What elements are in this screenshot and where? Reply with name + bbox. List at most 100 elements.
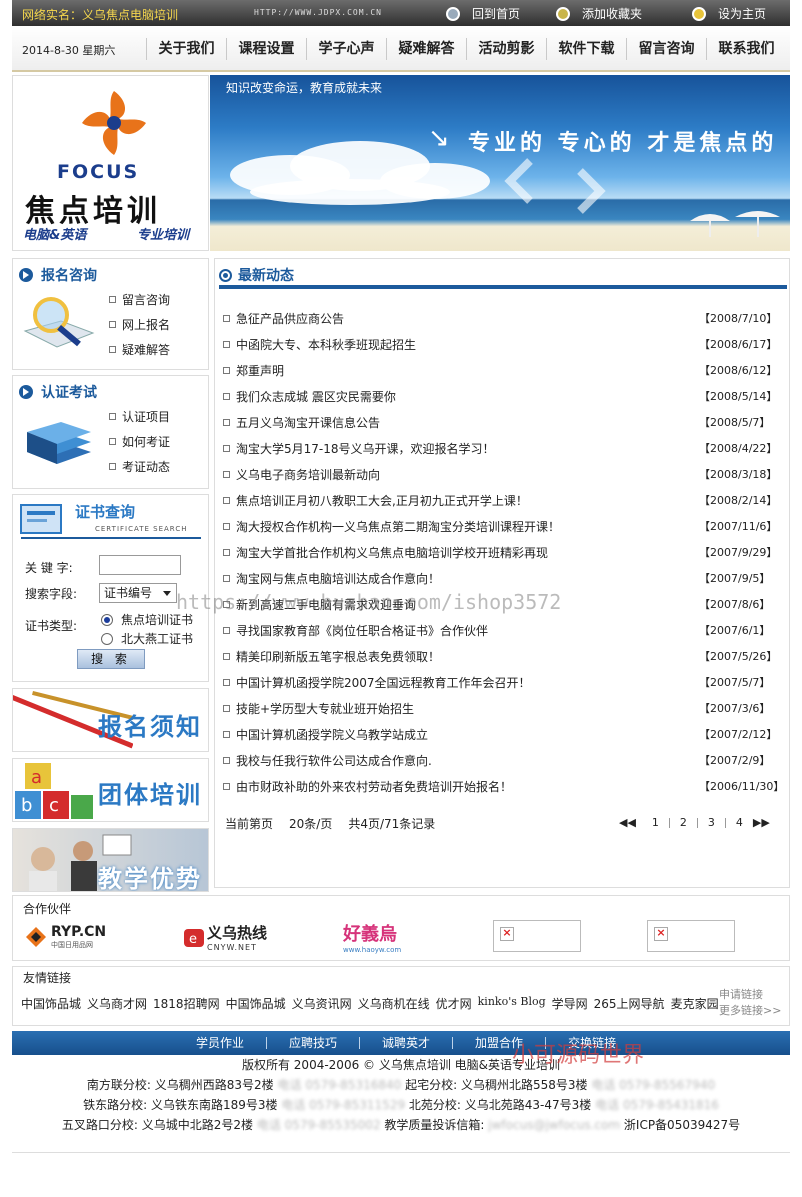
news-item-date: 【2007/11/6】 [699, 520, 778, 533]
favorite-link[interactable]: 添加收藏夹 [556, 5, 642, 22]
news-item-title[interactable]: 中函院大专、本科秋季班现起招生 [236, 336, 699, 353]
news-item-title[interactable]: 精美印刷新版五笔字根总表免费领取！ [236, 648, 699, 665]
news-item[interactable]: 我们众志成城 震区灾民需要你 【2008/5/14】 [223, 383, 783, 409]
news-item-title[interactable]: 淘大授权合作机构一义乌焦点第二期淘宝分类培训课程开课！ [236, 518, 699, 535]
news-item[interactable]: 我校与任我行软件公司达成合作意向. 【2007/2/9】 [223, 747, 783, 773]
promo-teaching-advantage[interactable]: 教学优势 [12, 828, 209, 892]
partner-cnyw[interactable]: e 义乌热线 CNYW.NET [183, 922, 267, 952]
news-item-title[interactable]: 淘宝大学首批合作机构义乌焦点电脑培训学校开班精彩再现 [236, 544, 699, 561]
home-link[interactable]: 回到首页 [446, 5, 520, 22]
partner-broken-image[interactable] [647, 920, 735, 952]
friend-link[interactable]: 中国饰品城 [21, 995, 81, 1012]
news-item-title[interactable]: 急征产品供应商公告 [236, 310, 699, 327]
news-item[interactable]: 淘宝网与焦点电脑培训达成合作意向！ 【2007/9/5】 [223, 565, 783, 591]
footer-link-homework[interactable]: 学员作业 [174, 1037, 268, 1049]
news-item-title[interactable]: 中国计算机函授学院义乌教学站成立 [236, 726, 699, 743]
news-item-date: 【2008/3/18】 [699, 468, 778, 481]
news-item-title[interactable]: 五月义乌淘宝开课信息公告 [236, 414, 699, 431]
news-item[interactable]: 郑重声明 【2008/6/12】 [223, 357, 783, 383]
bullet-icon [223, 730, 230, 738]
footer-link-tips[interactable]: 应聘技巧 [267, 1037, 361, 1049]
nav-testimonials[interactable]: 学子心声 [306, 38, 386, 60]
footer-link-jobs[interactable]: 诚聘英才 [360, 1037, 454, 1049]
partner-haoyw[interactable]: 好義烏 www.haoyw.com [343, 922, 401, 954]
nav-downloads[interactable]: 软件下载 [546, 38, 626, 60]
news-item-title[interactable]: 我们众志成城 震区灾民需要你 [236, 388, 699, 405]
promo-group-training[interactable]: a b c 团体培训 [12, 758, 209, 822]
nav-contact[interactable]: 联系我们 [706, 38, 786, 60]
exam-link-news[interactable]: 考证动态 [109, 454, 170, 479]
news-item-title[interactable]: 中国计算机函授学院2007全国远程教育工作年会召开！ [236, 674, 699, 691]
news-item-title[interactable]: 义乌电子商务培训最新动向 [236, 466, 699, 483]
friend-link[interactable]: 265上网导航 [594, 995, 665, 1012]
promo-text: 报名须知 [98, 713, 202, 741]
friend-link[interactable]: 学导网 [552, 995, 588, 1012]
news-item[interactable]: 义乌电子商务培训最新动向 【2008/3/18】 [223, 461, 783, 487]
friend-link[interactable]: kinko's Blog [478, 995, 546, 1012]
news-item-title[interactable]: 技能+学历型大专就业班开始招生 [236, 700, 699, 717]
friend-link[interactable]: 麦克家园 [671, 995, 719, 1012]
news-item[interactable]: 精美印刷新版五笔字根总表免费领取！ 【2007/5/26】 [223, 643, 783, 669]
signup-link-guestbook[interactable]: 留言咨询 [109, 287, 170, 312]
logo-subtitle-2: 专业培训 [137, 228, 190, 243]
hero-banner: 知识改变命运，教育成就未来 ↘ 专业的 专心的 才是焦点的 [210, 75, 790, 251]
radio-unchecked-icon[interactable] [101, 632, 113, 645]
nav-faq[interactable]: 疑难解答 [386, 38, 466, 60]
friend-link[interactable]: 1818招聘网 [153, 995, 220, 1012]
news-item-date: 【2007/9/29】 [699, 546, 778, 559]
exam-link-projects[interactable]: 认证项目 [109, 404, 170, 429]
page-4[interactable]: 4 [724, 817, 753, 828]
news-item[interactable]: 焦点培训正月初八教职工大会,正月初九正式开学上课！ 【2008/2/14】 [223, 487, 783, 513]
friend-link[interactable]: 义乌商才网 [87, 995, 147, 1012]
news-item-title[interactable]: 焦点培训正月初八教职工大会,正月初九正式开学上课！ [236, 492, 699, 509]
friend-link[interactable]: 优才网 [436, 995, 472, 1012]
news-item[interactable]: 中函院大专、本科秋季班现起招生 【2008/6/17】 [223, 331, 783, 357]
double-arrow-icon [504, 158, 606, 214]
news-item[interactable]: 由市财政补助的外来农村劳动者免费培训开始报名！ 【2006/11/30】 [223, 773, 784, 799]
news-item-title[interactable]: 我校与任我行软件公司达成合作意向. [236, 752, 699, 769]
exam-link-howto[interactable]: 如何考证 [109, 429, 170, 454]
news-item[interactable]: 急征产品供应商公告 【2008/7/10】 [223, 305, 783, 331]
news-item[interactable]: 淘宝大学首批合作机构义乌焦点电脑培训学校开班精彩再现 【2007/9/29】 [223, 539, 783, 565]
type-option-pku[interactable]: 北大燕工证书 [101, 630, 193, 647]
nav-guestbook[interactable]: 留言咨询 [626, 38, 706, 60]
more-links[interactable]: 更多链接>> [719, 1003, 781, 1019]
news-item-title[interactable]: 淘宝大学5月17-18号义乌开课，欢迎报名学习！ [236, 440, 699, 457]
site-logo[interactable]: FOCUS 焦点培训 电脑&英语 专业培训 [12, 75, 209, 251]
friend-link[interactable]: 义乌资讯网 [292, 995, 352, 1012]
friend-link[interactable]: 义乌商机在线 [358, 995, 430, 1012]
signup-link-faq[interactable]: 疑难解答 [109, 337, 170, 362]
next-last-page-icon[interactable]: ▶▶ [753, 816, 770, 829]
news-item[interactable]: 淘大授权合作机构一义乌焦点第二期淘宝分类培训课程开课！ 【2007/11/6】 [223, 513, 783, 539]
first-prev-page-icon[interactable]: ◀◀ [619, 816, 636, 829]
page-1[interactable]: 1 [642, 817, 669, 828]
news-item-title[interactable]: 由市财政补助的外来农村劳动者免费培训开始报名！ [236, 778, 699, 795]
exam-box: 认证考试 认证项目 如何考证 考证动态 [12, 375, 209, 489]
radio-checked-icon[interactable] [101, 613, 113, 626]
footer-nav: 学员作业 应聘技巧 诚聘英才 加盟合作 交换链接 [12, 1031, 790, 1055]
friend-link[interactable]: 中国饰品城 [226, 995, 286, 1012]
signup-link-register[interactable]: 网上报名 [109, 312, 170, 337]
apply-link[interactable]: 申请链接 [719, 987, 781, 1003]
page-3[interactable]: 3 [696, 817, 725, 828]
keyword-input[interactable] [99, 555, 181, 575]
partner-ryp[interactable]: RYP.CN 中国日用品网 [25, 922, 106, 952]
news-item[interactable]: 中国计算机函授学院义乌教学站成立 【2007/2/12】 [223, 721, 783, 747]
page-2[interactable]: 2 [668, 817, 697, 828]
field-select[interactable]: 证书编号 [99, 583, 177, 603]
news-item[interactable]: 五月义乌淘宝开课信息公告 【2008/5/7】 [223, 409, 783, 435]
nav-gallery[interactable]: 活动剪影 [466, 38, 546, 60]
nav-courses[interactable]: 课程设置 [226, 38, 306, 60]
promo-signup-notice[interactable]: 报名须知 [12, 688, 209, 752]
news-item[interactable]: 技能+学历型大专就业班开始招生 【2007/3/6】 [223, 695, 783, 721]
nav-about[interactable]: 关于我们 [146, 38, 226, 60]
partner-broken-image[interactable] [493, 920, 581, 952]
search-button[interactable]: 搜 索 [77, 649, 145, 669]
news-item-title[interactable]: 淘宝网与焦点电脑培训达成合作意向！ [236, 570, 699, 587]
news-item[interactable]: 寻找国家教育部《岗位任职合格证书》合作伙伴 【2007/6/1】 [223, 617, 783, 643]
news-item-title[interactable]: 寻找国家教育部《岗位任职合格证书》合作伙伴 [236, 622, 699, 639]
set-homepage-link[interactable]: 设为主页 [692, 5, 766, 22]
news-item[interactable]: 中国计算机函授学院2007全国远程教育工作年会召开！ 【2007/5/7】 [223, 669, 783, 695]
news-item-title[interactable]: 郑重声明 [236, 362, 699, 379]
news-item[interactable]: 淘宝大学5月17-18号义乌开课，欢迎报名学习！ 【2008/4/22】 [223, 435, 783, 461]
